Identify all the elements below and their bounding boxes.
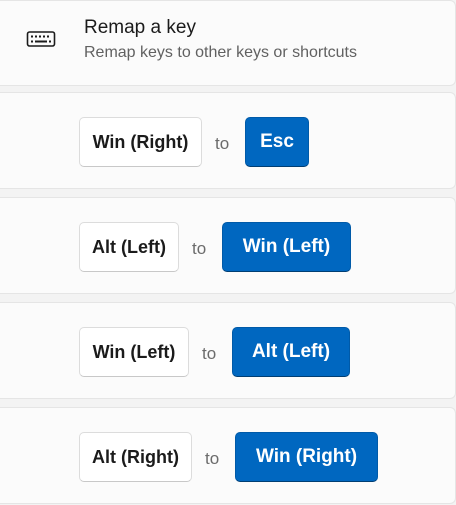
remap-key-header[interactable]: Remap a key Remap keys to other keys or …	[0, 0, 456, 86]
remapped-key-box[interactable]: Alt (Left)	[232, 327, 350, 377]
original-key-box[interactable]: Win (Left)	[79, 327, 189, 377]
keyboard-icon	[26, 31, 56, 47]
remap-key-panel: Remap a key Remap keys to other keys or …	[0, 0, 456, 505]
to-label: to	[205, 449, 220, 468]
remapped-key-box[interactable]: Win (Left)	[222, 222, 351, 272]
to-label: to	[202, 344, 217, 363]
remap-row: Win (Right) to Esc	[0, 92, 456, 189]
original-key-box[interactable]: Alt (Left)	[79, 222, 179, 272]
remapped-key-box[interactable]: Win (Right)	[235, 432, 378, 482]
original-key-box[interactable]: Win (Right)	[79, 117, 202, 167]
to-label: to	[192, 239, 207, 258]
to-label: to	[215, 134, 230, 153]
remapped-key-box[interactable]: Esc	[245, 117, 309, 167]
original-key-box[interactable]: Alt (Right)	[79, 432, 192, 482]
page-subtitle: Remap keys to other keys or shortcuts	[84, 44, 357, 61]
remap-row: Win (Left) to Alt (Left)	[0, 302, 456, 399]
remap-row: Alt (Right) to Win (Right)	[0, 407, 456, 504]
page-title: Remap a key	[84, 17, 196, 38]
remap-row: Alt (Left) to Win (Left)	[0, 197, 456, 294]
